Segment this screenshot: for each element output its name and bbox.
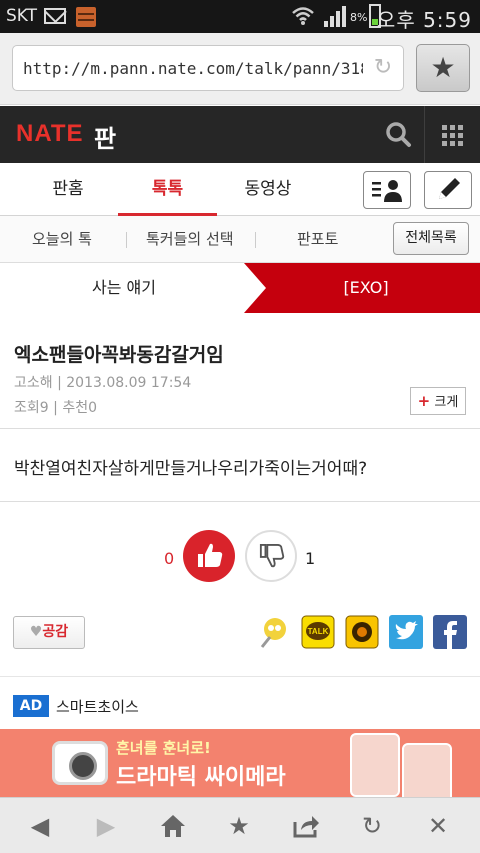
main-tabs: 판홈 톡톡 동영상 bbox=[0, 163, 480, 216]
my-profile-icon bbox=[372, 180, 402, 202]
banner-photo bbox=[350, 733, 400, 797]
back-icon[interactable]: ◀ bbox=[20, 808, 60, 844]
all-list-button[interactable]: 전체목록 bbox=[393, 222, 469, 255]
divider bbox=[0, 501, 480, 502]
facebook-icon[interactable] bbox=[433, 615, 467, 649]
tab-pann-home[interactable]: 판홈 bbox=[28, 163, 108, 216]
reload-icon[interactable]: ↻ bbox=[371, 56, 395, 80]
grid-menu-icon[interactable] bbox=[425, 106, 480, 163]
write-icon bbox=[439, 178, 460, 199]
recommend-label: 추천 bbox=[62, 400, 89, 416]
twitter-icon[interactable] bbox=[389, 615, 423, 649]
ad-badge: AD bbox=[13, 695, 49, 717]
thumbs-up-icon bbox=[198, 543, 223, 567]
browser-bottom-nav: ◀ ▶ ★ ↻ ✕ bbox=[0, 797, 480, 853]
meta-separator: | bbox=[52, 375, 67, 391]
my-profile-button[interactable] bbox=[363, 171, 411, 209]
mail-icon bbox=[44, 8, 66, 24]
ad-banner[interactable]: 흔녀를 훈녀로! 드라마틱 싸이메라 bbox=[0, 729, 480, 797]
browser-toolbar: http://m.pann.nate.com/talk/pann/318 ↻ ★ bbox=[0, 33, 480, 105]
forward-icon[interactable]: ▶ bbox=[86, 808, 126, 844]
tab-video[interactable]: 동영상 bbox=[228, 163, 308, 216]
font-size-big-button[interactable]: + 크게 bbox=[410, 387, 466, 415]
camera-icon bbox=[52, 741, 108, 785]
meta-separator: | bbox=[48, 400, 63, 416]
font-size-big-label: 크게 bbox=[434, 395, 459, 410]
nate-logo[interactable]: NATE bbox=[16, 120, 84, 148]
breadcrumb-subcategory[interactable]: [EXO] bbox=[244, 263, 480, 313]
views-count: 9 bbox=[39, 400, 49, 416]
subnav-pann-photo[interactable]: 판포토 bbox=[297, 216, 338, 263]
divider bbox=[0, 428, 480, 429]
banner-photo bbox=[402, 743, 452, 797]
plus-icon: + bbox=[417, 392, 431, 410]
like-button[interactable]: ♥공감 bbox=[13, 616, 85, 649]
views-label: 조회 bbox=[14, 400, 40, 416]
like-label: 공감 bbox=[42, 624, 69, 640]
divider bbox=[0, 676, 480, 677]
breadcrumb-arrow bbox=[244, 263, 266, 313]
wifi-icon bbox=[292, 7, 314, 25]
clock: 오후 5:59 bbox=[376, 8, 472, 32]
share-icon[interactable] bbox=[286, 808, 326, 844]
banner-title: 드라마틱 싸이메라 bbox=[116, 765, 286, 790]
write-button[interactable] bbox=[424, 171, 472, 209]
recommend-count: 0 bbox=[88, 400, 97, 416]
close-icon[interactable]: ✕ bbox=[418, 808, 458, 844]
breadcrumb: 사는 얘기 [EXO] bbox=[0, 263, 480, 313]
downvote-count: 1 bbox=[305, 549, 316, 568]
heart-icon: ♥ bbox=[29, 624, 43, 640]
breadcrumb-category[interactable]: 사는 얘기 bbox=[0, 263, 248, 313]
svg-text:TALK: TALK bbox=[308, 627, 329, 636]
subnav-talkers-choice[interactable]: 톡커들의 선택 bbox=[146, 216, 234, 263]
tab-talk[interactable]: 톡톡 bbox=[118, 163, 217, 216]
status-bar: SKT 8% 오후 5:59 bbox=[0, 0, 480, 33]
post-title: 엑소팬들아꼭봐동감갈거임 bbox=[14, 344, 224, 366]
upvote-count: 0 bbox=[164, 549, 175, 568]
app-icon bbox=[76, 7, 96, 27]
battery-percent: 8% bbox=[350, 11, 368, 24]
post-date: 2013.08.09 17:54 bbox=[66, 375, 192, 391]
subnav-today-talk[interactable]: 오늘의 톡 bbox=[32, 216, 92, 263]
search-icon[interactable] bbox=[372, 106, 424, 163]
refresh-icon[interactable]: ↻ bbox=[352, 808, 392, 844]
post-stats: 조회9 | 추천0 bbox=[14, 397, 97, 417]
downvote-button[interactable] bbox=[245, 530, 297, 582]
url-text[interactable]: http://m.pann.nate.com/talk/pann/318 bbox=[23, 59, 363, 78]
site-header: NATE 판 bbox=[0, 106, 480, 163]
bookmark-icon[interactable]: ★ bbox=[219, 808, 259, 844]
subnav-separator bbox=[126, 232, 127, 248]
url-field[interactable]: http://m.pann.nate.com/talk/pann/318 ↻ bbox=[12, 45, 404, 91]
post-body: 박찬열여친자살하게만들거나우리가죽이는거어때? bbox=[14, 459, 368, 479]
sub-nav: 오늘의 톡 톡커들의 선택 판포토 전체목록 bbox=[0, 216, 480, 263]
kakaotalk-icon[interactable]: TALK bbox=[301, 615, 335, 649]
subnav-separator bbox=[255, 232, 256, 248]
thumbs-down-icon bbox=[259, 544, 285, 568]
post-author: 고소해 bbox=[14, 375, 53, 391]
bookmark-star-button[interactable]: ★ bbox=[416, 44, 470, 92]
pann-logo[interactable]: 판 bbox=[94, 119, 116, 154]
ad-header: AD 스마트초이스 bbox=[0, 690, 480, 728]
bookmark-star-icon: ★ bbox=[430, 51, 456, 84]
kakaostory-icon[interactable] bbox=[345, 615, 379, 649]
carrier-label: SKT bbox=[6, 6, 38, 26]
banner-tagline: 흔녀를 훈녀로! bbox=[116, 739, 211, 757]
ad-label[interactable]: 스마트초이스 bbox=[56, 696, 139, 717]
upvote-button[interactable] bbox=[183, 530, 235, 582]
signal-icon bbox=[324, 6, 348, 27]
post-author-date: 고소해 | 2013.08.09 17:54 bbox=[14, 372, 191, 392]
home-icon[interactable] bbox=[153, 808, 193, 844]
link-icon[interactable] bbox=[257, 615, 291, 649]
